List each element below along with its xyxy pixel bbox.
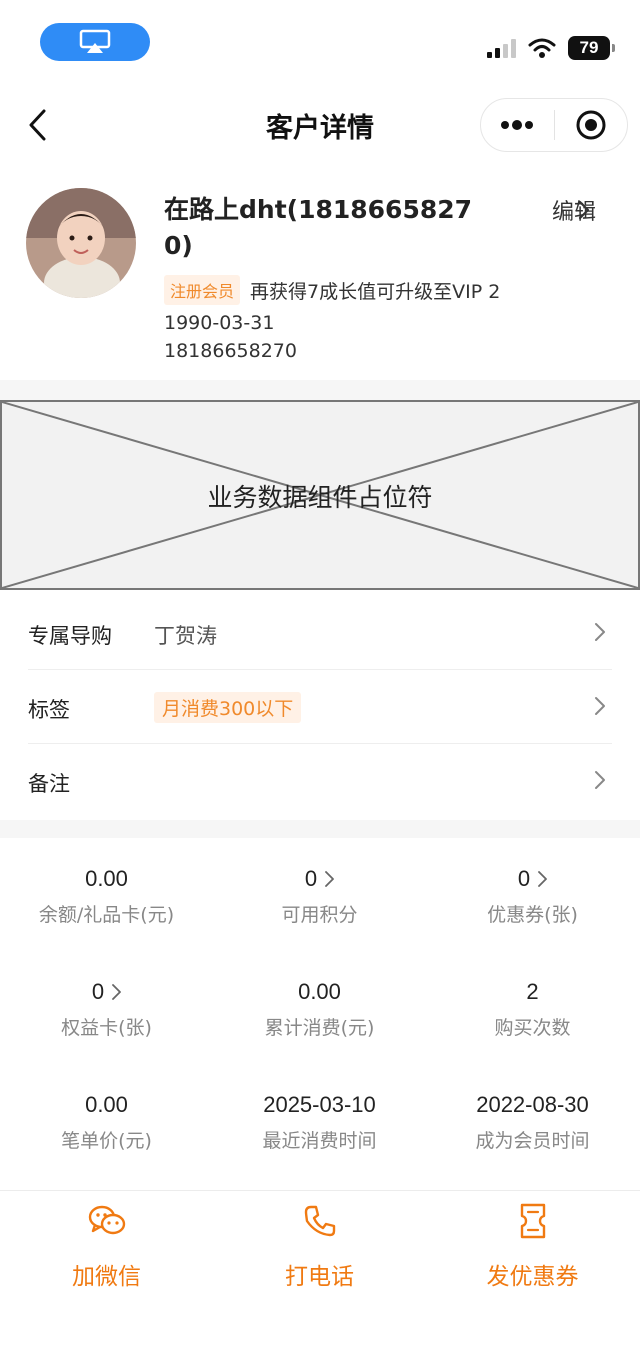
chevron-right-icon xyxy=(325,871,335,887)
chevron-right-icon xyxy=(538,871,548,887)
chevron-right-icon[interactable] xyxy=(578,200,590,220)
navigation-bar: 客户详情 xyxy=(0,88,640,162)
customer-profile: 在路上dht(18186658270) 编辑 注册会员 再获得7成长值可升级至V… xyxy=(0,180,640,380)
list-item-tags[interactable]: 标签 月消费300以下 xyxy=(28,670,612,744)
section-divider xyxy=(0,820,640,838)
phone-icon xyxy=(304,1205,335,1237)
stat-value: 0 xyxy=(91,979,105,1004)
send-coupon-button[interactable]: 发优惠券 xyxy=(426,1201,639,1291)
info-list: 专属导购 丁贺涛 标签 月消费300以下 备注 xyxy=(0,596,640,818)
business-data-placeholder: 业务数据组件占位符 xyxy=(0,400,640,590)
stat-points[interactable]: 0 可用积分 xyxy=(213,864,426,927)
target-close-icon xyxy=(576,110,606,140)
stat-label: 购买次数 xyxy=(494,1017,571,1039)
more-button[interactable] xyxy=(481,98,554,152)
member-level-row: 注册会员 再获得7成长值可升级至VIP 2 xyxy=(164,275,500,305)
stat-balance: 0.00 余额/礼品卡(元) xyxy=(0,864,213,927)
add-wechat-button[interactable]: 加微信 xyxy=(0,1201,213,1291)
stat-label: 最近消费时间 xyxy=(262,1130,377,1152)
chevron-right-icon xyxy=(595,623,605,641)
airplay-icon xyxy=(79,29,111,53)
stat-label: 可用积分 xyxy=(281,904,358,926)
stat-value: 0 xyxy=(517,866,531,891)
bottom-action-bar: 加微信 打电话 发优惠券 xyxy=(0,1190,640,1346)
birthday: 1990-03-31 xyxy=(164,312,275,334)
stat-value: 0.00 xyxy=(85,866,128,891)
status-bar: 79 xyxy=(0,0,640,88)
stat-benefit-cards[interactable]: 0 权益卡(张) xyxy=(0,977,213,1040)
list-item-notes[interactable]: 备注 xyxy=(28,744,612,818)
stats-grid: 0.00 余额/礼品卡(元) 0 可用积分 0 优惠券(张) 0 权益卡(张) … xyxy=(0,838,640,1190)
stat-value: 2022-08-30 xyxy=(476,1092,589,1117)
mini-program-capsule xyxy=(480,98,628,152)
upgrade-hint: 再获得7成长值可升级至VIP 2 xyxy=(250,280,501,303)
guide-label: 专属导购 xyxy=(28,624,112,648)
stat-value: 0.00 xyxy=(298,979,341,1004)
screen-mirroring-pill[interactable] xyxy=(40,23,150,61)
list-item-guide[interactable]: 专属导购 丁贺涛 xyxy=(28,596,612,670)
guide-value: 丁贺涛 xyxy=(154,624,217,648)
stat-label: 笔单价(元) xyxy=(61,1130,152,1152)
wifi-icon xyxy=(528,38,556,58)
cellular-signal-icon xyxy=(487,38,516,58)
stat-label: 优惠券(张) xyxy=(487,904,578,926)
customer-name: 在路上dht(18186658270) xyxy=(164,195,473,260)
chevron-right-icon xyxy=(112,984,122,1000)
section-divider xyxy=(0,380,640,400)
call-button[interactable]: 打电话 xyxy=(213,1201,426,1291)
chevron-right-icon xyxy=(595,697,605,715)
stat-value: 2025-03-10 xyxy=(263,1092,376,1117)
stat-value: 0.00 xyxy=(85,1092,128,1117)
stat-last-purchase: 2025-03-10 最近消费时间 xyxy=(213,1090,426,1153)
avatar xyxy=(26,188,136,298)
battery-indicator: 79 xyxy=(568,36,615,60)
stat-purchase-count: 2 购买次数 xyxy=(426,977,639,1040)
stat-value: 2 xyxy=(526,979,539,1004)
stat-label: 余额/礼品卡(元) xyxy=(38,904,175,926)
stat-coupons[interactable]: 0 优惠券(张) xyxy=(426,864,639,927)
chevron-right-icon xyxy=(595,771,605,789)
stat-label: 成为会员时间 xyxy=(475,1130,590,1152)
stat-total-spend: 0.00 累计消费(元) xyxy=(213,977,426,1040)
member-badge: 注册会员 xyxy=(164,275,241,305)
stat-avg-order: 0.00 笔单价(元) xyxy=(0,1090,213,1153)
coupon-icon xyxy=(520,1203,545,1239)
stat-label: 累计消费(元) xyxy=(264,1017,375,1039)
call-label: 打电话 xyxy=(285,1264,354,1290)
more-dots-icon xyxy=(501,120,534,130)
stat-value: 0 xyxy=(304,866,318,891)
phone-number: 18186658270 xyxy=(164,340,297,362)
send-coupon-label: 发优惠券 xyxy=(486,1264,579,1290)
tags-label: 标签 xyxy=(28,698,70,722)
add-wechat-label: 加微信 xyxy=(72,1264,141,1290)
tag-chip: 月消费300以下 xyxy=(154,692,302,723)
notes-label: 备注 xyxy=(28,772,70,796)
stat-member-since: 2022-08-30 成为会员时间 xyxy=(426,1090,639,1153)
stat-label: 权益卡(张) xyxy=(61,1017,152,1039)
placeholder-text: 业务数据组件占位符 xyxy=(207,483,433,512)
wechat-icon xyxy=(88,1205,125,1235)
close-mini-program-button[interactable] xyxy=(555,98,628,152)
battery-level: 79 xyxy=(579,38,599,57)
